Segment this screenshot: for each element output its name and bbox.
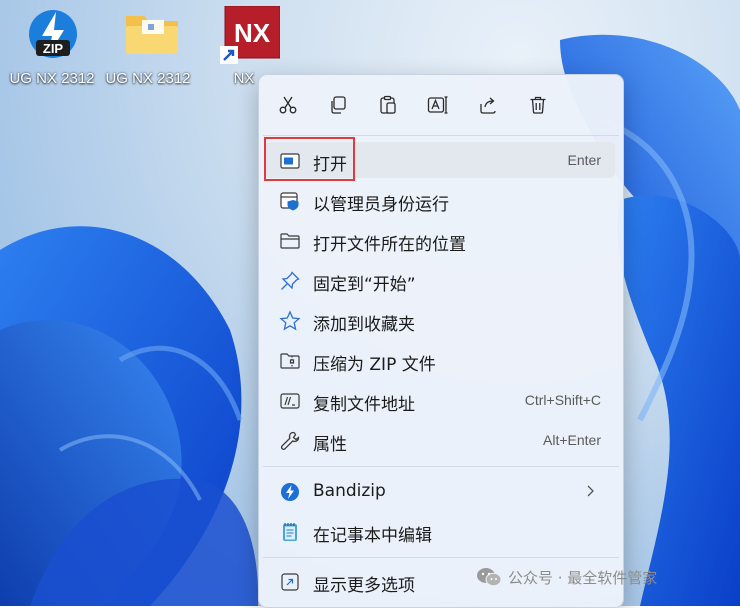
menu-item-edit-in-notepad[interactable]: 在记事本中编辑 <box>265 513 615 549</box>
path-copy-icon <box>280 393 300 409</box>
watermark-text: 公众号 · 最全软件管家 <box>508 568 658 587</box>
menu-item-label: 以管理员身份运行 <box>313 195 449 215</box>
zip-archive-icon: ZIP <box>28 6 78 62</box>
separator <box>263 135 619 136</box>
menu-item-open[interactable]: 打开 Enter <box>265 142 615 178</box>
context-menu: 打开 Enter 以管理员身份运行 打开文件所在的位置 固定到“开始” 添加到收… <box>258 74 624 608</box>
window-icon <box>280 153 300 169</box>
menu-item-bandizip[interactable]: Bandizip <box>265 473 615 509</box>
menu-item-label: 属性 <box>313 435 347 455</box>
copy-button[interactable] <box>323 90 353 120</box>
menu-item-label: 打开文件所在的位置 <box>313 235 466 255</box>
menu-item-label: 打开 <box>313 155 347 175</box>
star-icon <box>279 310 301 331</box>
folder-outline-icon <box>280 233 300 249</box>
share-button[interactable] <box>473 90 503 120</box>
copy-icon <box>331 96 346 114</box>
paste-button[interactable] <box>373 90 403 120</box>
menu-item-open-file-location[interactable]: 打开文件所在的位置 <box>265 222 615 258</box>
folder-icon <box>124 6 178 62</box>
menu-item-run-as-admin[interactable]: 以管理员身份运行 <box>265 182 615 218</box>
menu-item-copy-as-path[interactable]: 复制文件地址 Ctrl+Shift+C <box>265 382 615 418</box>
menu-item-compress-zip[interactable]: 压缩为 ZIP 文件 <box>265 342 615 378</box>
desktop-icon-label: UG NX 2312 <box>9 70 95 87</box>
more-options-icon <box>281 573 299 591</box>
cut-button[interactable] <box>273 90 303 120</box>
rename-button[interactable] <box>423 90 453 120</box>
wechat-icon <box>477 568 502 587</box>
admin-shield-icon <box>280 192 299 211</box>
rename-icon <box>427 96 448 114</box>
separator <box>263 466 619 467</box>
menu-item-label: 在记事本中编辑 <box>313 526 432 546</box>
desktop-icon-label: UG NX 2312 <box>105 70 191 87</box>
wrench-icon <box>280 431 300 450</box>
menu-item-label: 固定到“开始” <box>313 275 416 295</box>
menu-item-properties[interactable]: 属性 Alt+Enter <box>265 422 615 458</box>
menu-item-add-to-favorites[interactable]: 添加到收藏夹 <box>265 302 615 338</box>
menu-item-shortcut: Ctrl+Shift+C <box>524 392 601 408</box>
share-icon <box>480 97 496 114</box>
notepad-icon <box>283 523 297 541</box>
zip-folder-icon <box>280 353 300 369</box>
delete-button[interactable] <box>523 90 553 120</box>
menu-item-label: Bandizip <box>313 481 386 501</box>
scissors-icon <box>279 96 297 114</box>
nx-app-shortcut-icon: NX <box>220 5 281 64</box>
trash-icon <box>530 96 546 114</box>
menu-item-pin-to-start[interactable]: 固定到“开始” <box>265 262 615 298</box>
bandizip-icon <box>281 483 299 501</box>
menu-item-label: 复制文件地址 <box>313 395 415 415</box>
watermark: 公众号 · 最全软件管家 <box>476 566 657 588</box>
menu-item-shortcut: Enter <box>567 152 601 168</box>
zip-badge-text: ZIP <box>43 41 64 56</box>
clipboard-icon <box>380 95 396 114</box>
menu-item-label: 添加到收藏夹 <box>313 315 415 335</box>
context-menu-toolbar <box>259 75 623 135</box>
pin-icon <box>281 271 300 290</box>
menu-item-shortcut: Alt+Enter <box>543 432 601 448</box>
nx-badge-text: NX <box>234 18 271 48</box>
menu-item-label: 压缩为 ZIP 文件 <box>313 355 436 375</box>
chevron-right-icon <box>587 485 594 497</box>
menu-item-label: 显示更多选项 <box>313 576 415 596</box>
separator <box>263 557 619 558</box>
